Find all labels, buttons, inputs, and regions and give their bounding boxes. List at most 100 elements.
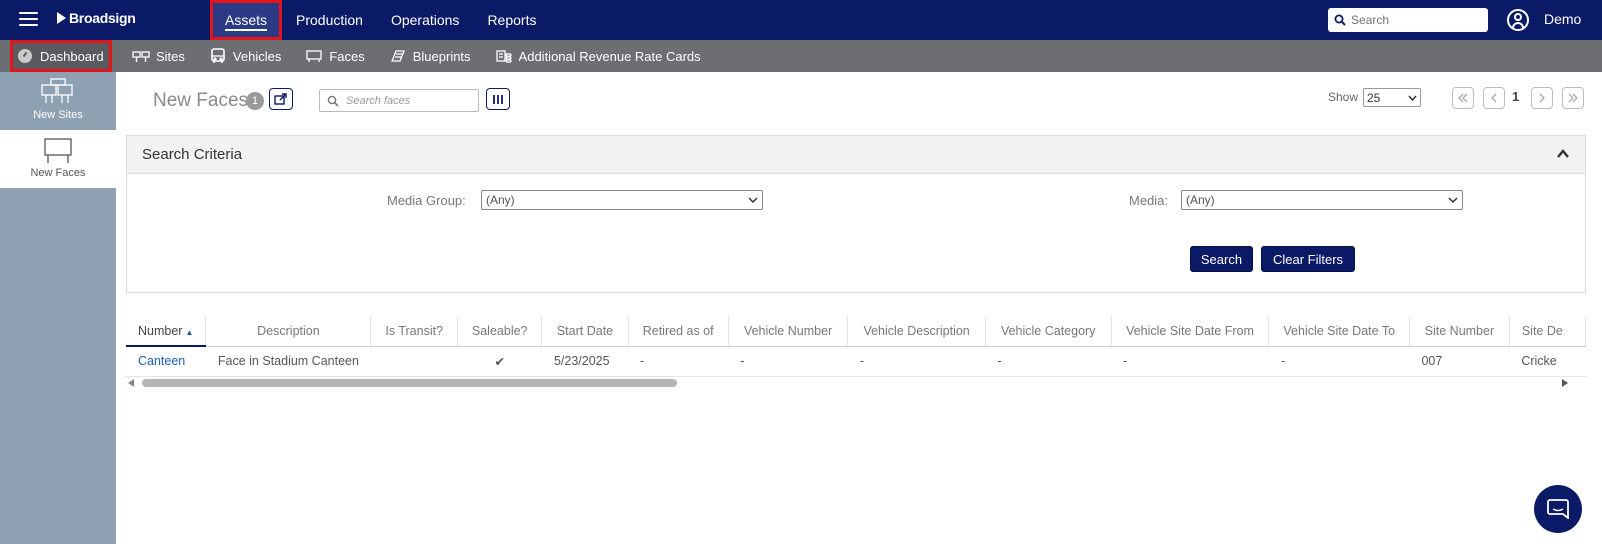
column-start-date[interactable]: Start Date: [541, 316, 629, 347]
count-badge: 1: [246, 92, 264, 110]
user-account-icon[interactable]: [1507, 9, 1529, 31]
nav-reports-label: Reports: [487, 12, 537, 28]
dashboard-label: Dashboard: [40, 48, 104, 64]
nav-operations[interactable]: Operations: [377, 0, 473, 40]
subnav-blueprints-label: Blueprints: [412, 48, 471, 64]
horizontal-scrollbar[interactable]: [126, 377, 1568, 389]
search-criteria-title: Search Criteria: [142, 146, 243, 163]
sidebar-item-new-sites[interactable]: New Sites: [0, 72, 116, 130]
cell-vehicle-site-date-to: -: [1268, 346, 1410, 377]
scroll-left-arrow-icon[interactable]: [128, 379, 134, 387]
columns-icon: [493, 94, 503, 104]
user-name[interactable]: Demo: [1544, 11, 1581, 27]
next-page-button[interactable]: [1531, 87, 1553, 109]
column-vehicle-site-date-from[interactable]: Vehicle Site Date From: [1111, 316, 1270, 347]
sub-navigation-bar: Dashboard Sites Vehicles Faces Blueprint…: [0, 40, 1602, 72]
blueprint-icon: [389, 49, 407, 63]
first-page-button[interactable]: [1452, 87, 1474, 109]
table-row[interactable]: Canteen Face in Stadium Canteen ✔ 5/23/2…: [126, 346, 1586, 377]
brand-name: Broadsign: [69, 10, 136, 26]
chat-support-button[interactable]: [1534, 485, 1582, 533]
chevron-down-icon: [748, 197, 758, 203]
rate-card-icon: [495, 49, 513, 63]
subnav-rate-cards[interactable]: Additional Revenue Rate Cards: [483, 40, 713, 72]
double-chevron-left-icon: [1458, 93, 1468, 103]
column-vehicle-description[interactable]: Vehicle Description: [847, 316, 986, 347]
column-site-description[interactable]: Site De: [1509, 316, 1586, 347]
active-underline: [225, 29, 268, 31]
hamburger-menu-icon[interactable]: [19, 12, 38, 28]
sort-ascending-icon: ▲: [185, 327, 194, 337]
subnav-rate-cards-label: Additional Revenue Rate Cards: [518, 48, 701, 64]
search-button[interactable]: Search: [1190, 246, 1253, 272]
subnav-faces[interactable]: Faces: [293, 40, 376, 72]
subnav-sites[interactable]: Sites: [120, 40, 197, 72]
export-icon: [274, 93, 287, 105]
column-number-label: Number: [138, 323, 183, 338]
column-retired-as-of[interactable]: Retired as of: [628, 316, 729, 347]
dashboard-button[interactable]: Dashboard: [10, 40, 112, 72]
column-vehicle-number[interactable]: Vehicle Number: [728, 316, 849, 347]
column-vehicle-category[interactable]: Vehicle Category: [985, 316, 1112, 347]
column-description[interactable]: Description: [205, 316, 372, 347]
cell-vehicle-category: -: [985, 346, 1111, 377]
export-button[interactable]: [269, 88, 293, 110]
nav-production[interactable]: Production: [282, 0, 377, 40]
search-icon: [327, 95, 339, 107]
face-search-input[interactable]: [346, 94, 471, 107]
cell-saleable-checkmark-icon: ✔: [457, 346, 542, 377]
left-sidebar: New Sites New Faces: [0, 72, 116, 544]
sidebar-item-new-faces[interactable]: New Faces: [0, 130, 116, 188]
cell-is-transit: [370, 346, 458, 377]
chevron-left-icon: [1491, 93, 1497, 103]
last-page-button[interactable]: [1562, 87, 1584, 109]
page-size-value: 25: [1367, 90, 1381, 105]
chevron-up-icon[interactable]: [1557, 148, 1569, 160]
clear-filters-button[interactable]: Clear Filters: [1261, 246, 1355, 272]
media-label: Media:: [1129, 193, 1169, 208]
subnav-blueprints[interactable]: Blueprints: [377, 40, 483, 72]
table-header-row: Number ▲ Description Is Transit? Saleable…: [126, 316, 1586, 347]
media-group-select[interactable]: (Any): [481, 190, 763, 210]
nav-assets[interactable]: Assets: [210, 0, 283, 40]
new-sites-icon: [41, 78, 73, 103]
global-search-box[interactable]: [1328, 8, 1488, 32]
page-size-select[interactable]: 25: [1363, 88, 1421, 107]
global-search-input[interactable]: [1351, 13, 1481, 27]
cell-vehicle-number: -: [728, 346, 848, 377]
cell-site-description: Cricke: [1509, 346, 1586, 377]
cell-description: Face in Stadium Canteen: [205, 346, 371, 377]
search-criteria-panel: Search Criteria Media Group: (Any) Media…: [126, 135, 1586, 293]
sites-icon: [132, 49, 150, 63]
nav-assets-label: Assets: [225, 12, 268, 28]
sidebar-item-new-sites-label: New Sites: [33, 109, 83, 121]
column-site-number[interactable]: Site Number: [1409, 316, 1510, 347]
column-vehicle-site-date-to[interactable]: Vehicle Site Date To: [1268, 316, 1410, 347]
column-number[interactable]: Number ▲: [126, 316, 207, 347]
subnav-faces-label: Faces: [329, 48, 365, 64]
broadsign-logo[interactable]: Broadsign: [57, 10, 136, 26]
subnav-vehicles-label: Vehicles: [232, 48, 282, 64]
column-saleable[interactable]: Saleable?: [457, 316, 543, 347]
cell-number[interactable]: Canteen: [126, 346, 206, 377]
face-search-box[interactable]: [319, 89, 479, 112]
nav-production-label: Production: [296, 12, 363, 28]
chat-bubble-icon: [1547, 499, 1569, 519]
page-title: New Faces: [153, 90, 249, 111]
search-icon: [1334, 14, 1346, 26]
chevron-down-icon: [1408, 95, 1417, 101]
media-select[interactable]: (Any): [1181, 190, 1463, 210]
subnav-items: Sites Vehicles Faces Blueprints Addition…: [120, 40, 713, 72]
subnav-sites-label: Sites: [156, 48, 185, 64]
faces-table: Number ▲ Description Is Transit? Saleable…: [126, 316, 1586, 377]
scrollbar-thumb[interactable]: [142, 379, 677, 387]
nav-reports[interactable]: Reports: [473, 0, 550, 40]
prev-page-button[interactable]: [1483, 87, 1505, 109]
column-is-transit[interactable]: Is Transit?: [370, 316, 458, 347]
scroll-right-arrow-icon[interactable]: [1562, 379, 1568, 387]
subnav-vehicles[interactable]: Vehicles: [197, 40, 293, 72]
sidebar-item-new-faces-label: New Faces: [30, 167, 86, 179]
search-criteria-header[interactable]: Search Criteria: [127, 136, 1585, 174]
column-chooser-button[interactable]: [486, 88, 510, 110]
dashboard-gauge-icon: [18, 49, 32, 63]
